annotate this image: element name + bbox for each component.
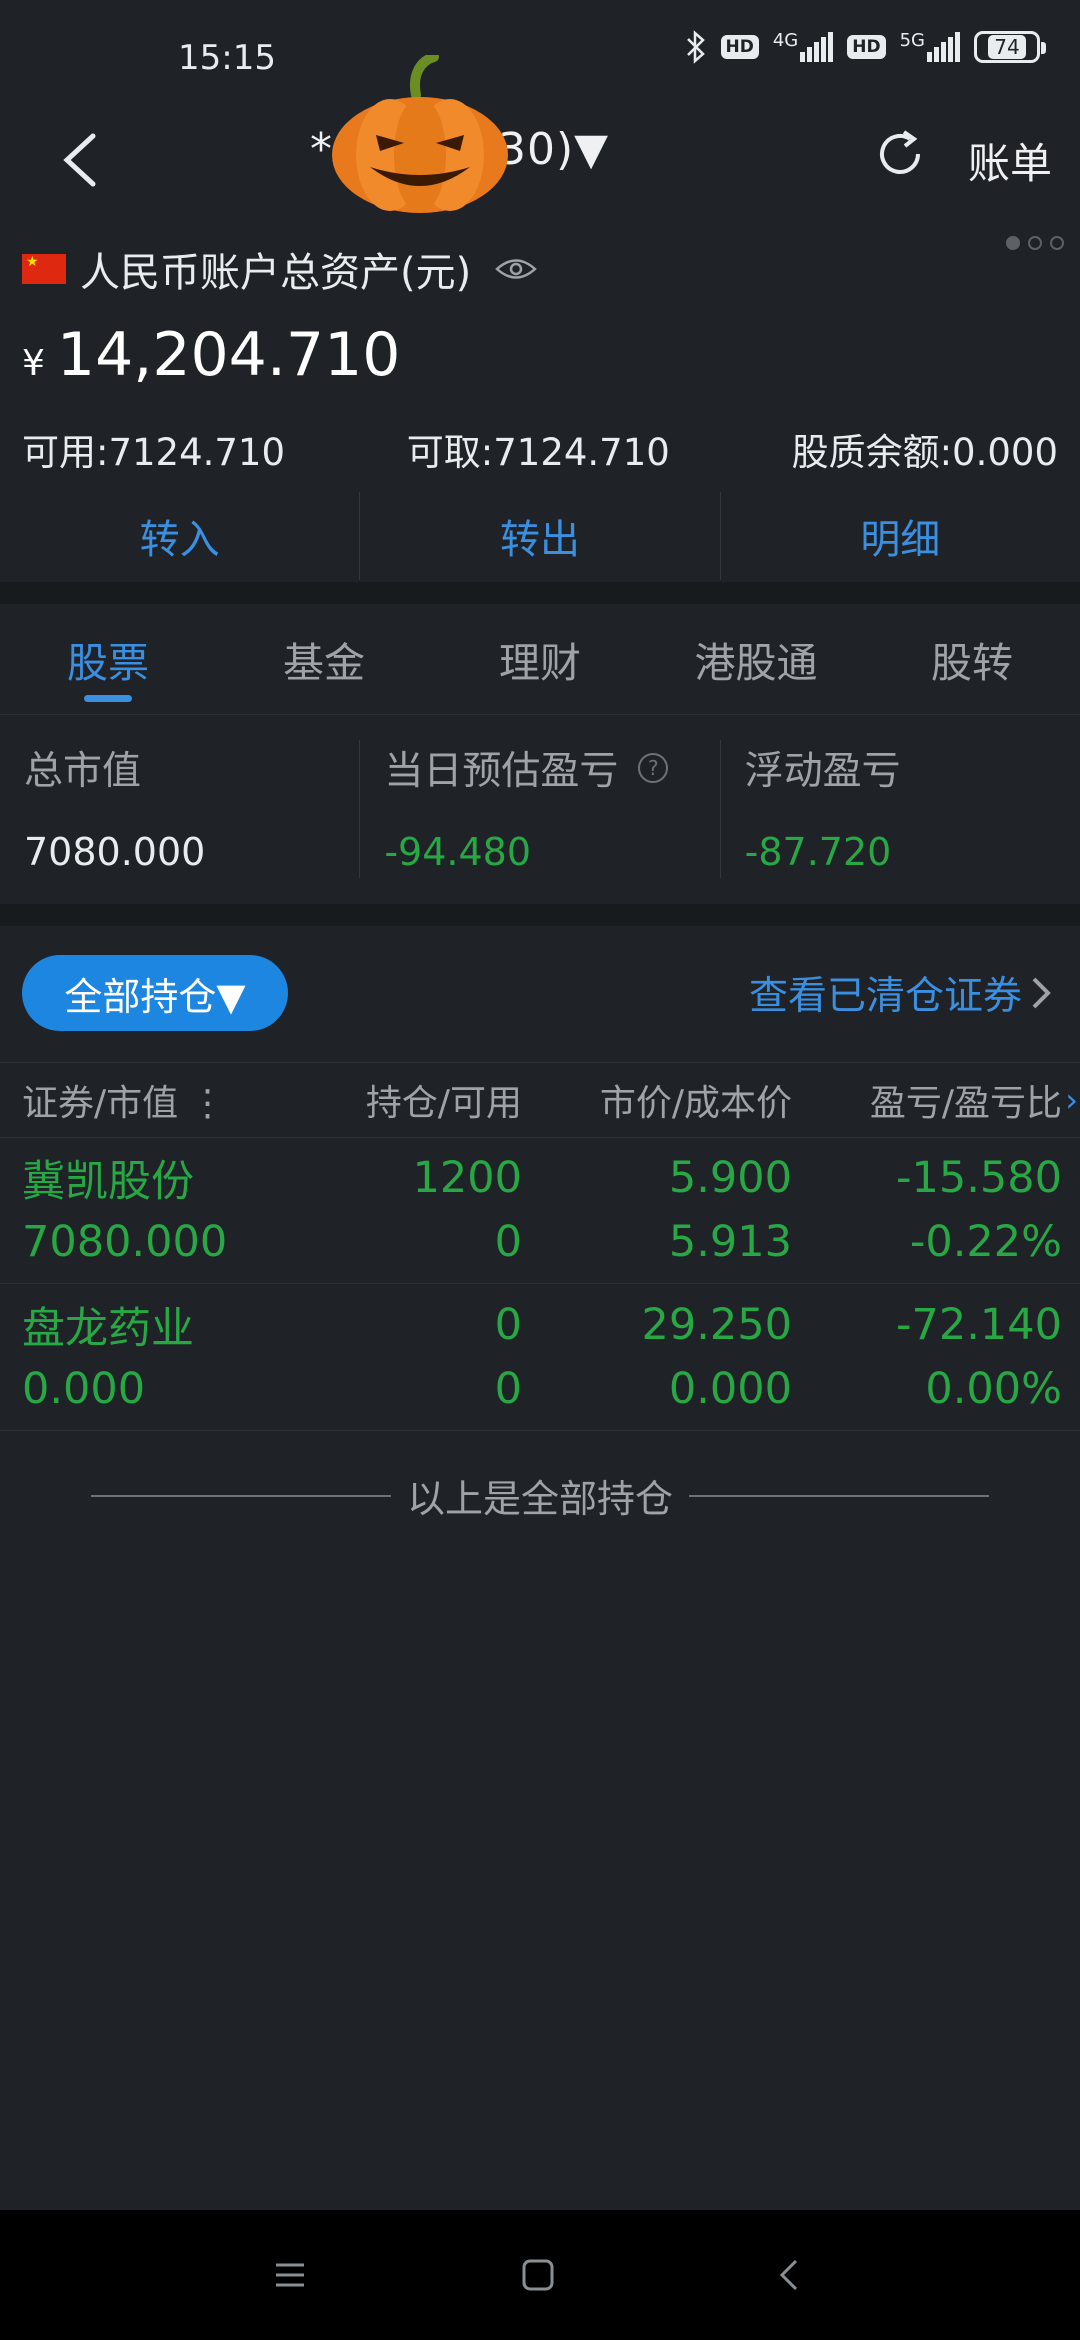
back-arrow-icon[interactable] bbox=[55, 120, 105, 200]
4g-signal-icon: 4G bbox=[773, 32, 834, 62]
position-stats: 总市值 7080.000 当日预估盈亏? -94.480 浮动盈亏 -87.72… bbox=[0, 716, 1080, 902]
bluetooth-icon bbox=[686, 30, 705, 64]
account-summary-header: 人民币账户总资产(元) bbox=[22, 240, 538, 298]
security-name: 冀凯股份 bbox=[22, 1157, 194, 1207]
tab-stocks[interactable]: 股票 bbox=[0, 604, 216, 714]
pledge-balance: 股质余额:0.000 bbox=[791, 431, 1058, 474]
header-security[interactable]: 证券/市值 ⋮ bbox=[0, 1074, 300, 1126]
account-assets-label: 人民币账户总资产(元) bbox=[80, 250, 472, 296]
holdings-table-header: 证券/市值 ⋮ 持仓/可用 市价/成本价 盈亏/盈亏比 › bbox=[0, 1062, 1080, 1138]
table-row[interactable]: 盘龙药业 0 29.250 -72.140 0.000 0 0.000 0.00… bbox=[0, 1284, 1080, 1431]
header-pnl[interactable]: 盈亏/盈亏比 bbox=[792, 1074, 1062, 1126]
daily-pnl-stat: 当日预估盈亏? -94.480 bbox=[360, 740, 721, 878]
bill-button[interactable]: 账单 bbox=[968, 130, 1052, 191]
available-qty: 0 bbox=[494, 1217, 522, 1267]
chevron-right-icon bbox=[1032, 977, 1051, 1009]
cost-price: 0.000 bbox=[668, 1364, 792, 1414]
security-market-value: 0.000 bbox=[22, 1364, 146, 1414]
pumpkin-sticker-icon bbox=[332, 55, 508, 213]
page-dot bbox=[1050, 236, 1064, 250]
table-row[interactable]: 冀凯股份 1200 5.900 -15.580 7080.000 0 5.913… bbox=[0, 1137, 1080, 1284]
5g-signal-icon: 5G bbox=[900, 32, 960, 62]
total-assets: ¥14,204.710 bbox=[22, 320, 401, 390]
china-flag-icon bbox=[22, 254, 66, 284]
market-price: 29.250 bbox=[641, 1300, 792, 1350]
tab-funds[interactable]: 基金 bbox=[216, 604, 432, 714]
pnl-ratio: 0.00% bbox=[925, 1364, 1062, 1414]
available-qty: 0 bbox=[494, 1364, 522, 1414]
details-button[interactable]: 明细 bbox=[721, 492, 1080, 580]
security-name: 盘龙药业 bbox=[22, 1304, 194, 1354]
header-price[interactable]: 市价/成本价 bbox=[522, 1074, 792, 1126]
asset-tabs: 股票 基金 理财 港股通 股转 bbox=[0, 604, 1080, 715]
withdrawable-balance: 可取:7124.710 bbox=[406, 431, 670, 474]
view-cleared-link[interactable]: 查看已清仓证券 bbox=[749, 965, 1052, 1021]
scroll-right-icon[interactable]: › bbox=[1065, 1081, 1078, 1119]
security-market-value: 7080.000 bbox=[22, 1217, 228, 1267]
floating-pnl-stat: 浮动盈亏 -87.720 bbox=[744, 749, 901, 874]
back-icon[interactable] bbox=[770, 2255, 810, 2295]
eye-icon[interactable] bbox=[495, 254, 538, 284]
page-dot bbox=[1006, 236, 1020, 250]
status-icons: HD 4G HD 5G 74 bbox=[685, 30, 1046, 64]
tab-neeq[interactable]: 股转 bbox=[864, 604, 1080, 714]
menu-icon[interactable] bbox=[270, 2255, 310, 2295]
position-qty: 1200 bbox=[412, 1153, 522, 1203]
system-nav-bar bbox=[0, 2210, 1080, 2340]
pnl-value: -15.580 bbox=[896, 1153, 1062, 1203]
refresh-icon[interactable] bbox=[872, 126, 928, 182]
all-positions-filter[interactable]: 全部持仓▼ bbox=[22, 955, 288, 1031]
transfer-in-button[interactable]: 转入 bbox=[0, 492, 361, 580]
transfer-out-button[interactable]: 转出 bbox=[360, 492, 721, 580]
section-divider bbox=[0, 582, 1080, 604]
hd-icon: HD bbox=[847, 35, 886, 59]
balance-row: 可用:7124.710 可取:7124.710 股质余额:0.000 bbox=[22, 422, 1058, 476]
available-balance: 可用:7124.710 bbox=[22, 431, 286, 474]
market-value-stat: 总市值 7080.000 bbox=[0, 740, 361, 878]
hd-icon: HD bbox=[720, 35, 759, 59]
page-indicator bbox=[1006, 236, 1064, 250]
pnl-value: -72.140 bbox=[896, 1300, 1062, 1350]
tab-hk-connect[interactable]: 港股通 bbox=[648, 604, 864, 714]
more-vertical-icon: ⋮ bbox=[178, 1083, 226, 1124]
help-icon[interactable]: ? bbox=[638, 753, 669, 783]
holdings-table: 冀凯股份 1200 5.900 -15.580 7080.000 0 5.913… bbox=[0, 1137, 1080, 1431]
cost-price: 5.913 bbox=[668, 1217, 792, 1267]
pnl-ratio: -0.22% bbox=[909, 1217, 1062, 1267]
end-of-list: 以上是全部持仓 bbox=[0, 1468, 1080, 1523]
home-icon[interactable] bbox=[518, 2255, 558, 2295]
header-position[interactable]: 持仓/可用 bbox=[300, 1074, 522, 1126]
position-qty: 0 bbox=[494, 1300, 522, 1350]
status-time: 15:15 bbox=[178, 38, 276, 78]
tab-wealth[interactable]: 理财 bbox=[432, 604, 648, 714]
divider-line bbox=[90, 1494, 391, 1497]
market-price: 5.900 bbox=[668, 1153, 792, 1203]
battery-icon: 74 bbox=[974, 31, 1046, 63]
section-divider bbox=[0, 904, 1080, 926]
fund-actions: 转入 转出 明细 bbox=[0, 492, 1080, 580]
divider-line bbox=[689, 1494, 989, 1497]
page-dot bbox=[1028, 236, 1042, 250]
